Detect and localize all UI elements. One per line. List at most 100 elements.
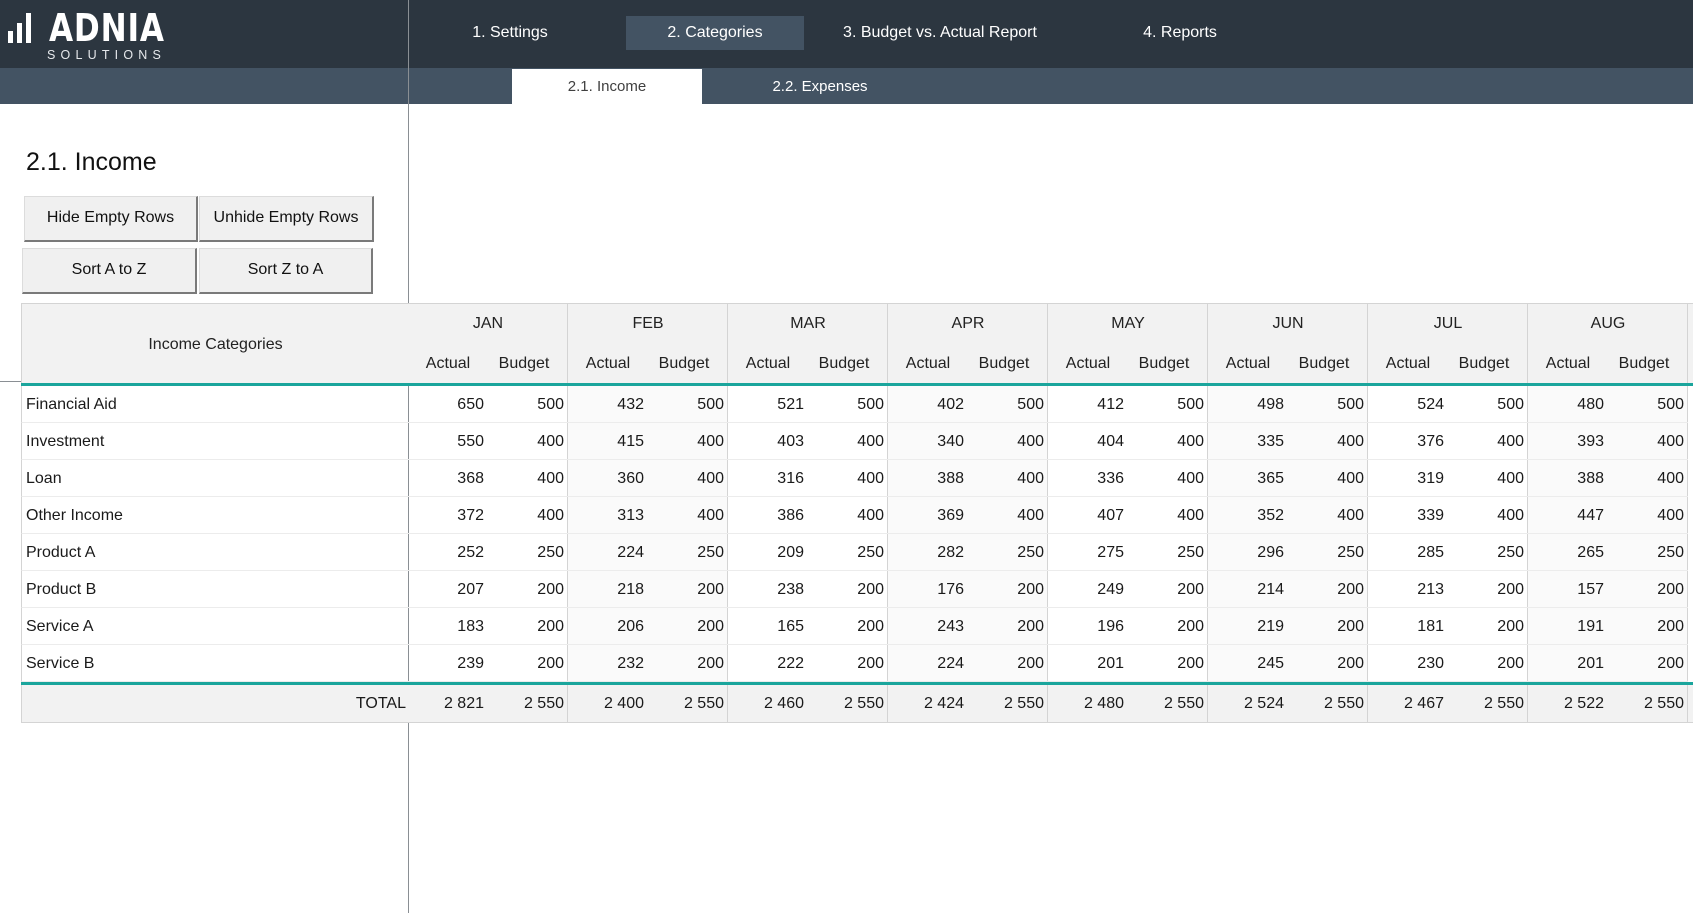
budget-value-cell[interactable]: 200 (1128, 645, 1208, 682)
sort-a-to-z-button[interactable]: Sort A to Z (22, 248, 197, 294)
actual-value-cell[interactable]: 219 (1208, 608, 1288, 645)
budget-value-cell[interactable]: 200 (1128, 608, 1208, 645)
actual-value-cell[interactable]: 201 (1048, 645, 1128, 682)
budget-value-cell[interactable]: 400 (488, 460, 568, 497)
budget-value-cell[interactable]: 500 (1128, 386, 1208, 423)
budget-value-cell[interactable]: 250 (1448, 534, 1528, 571)
category-cell[interactable]: Loan (21, 460, 408, 497)
actual-value-cell[interactable]: 282 (888, 534, 968, 571)
actual-value-cell[interactable]: 403 (728, 423, 808, 460)
actual-value-cell[interactable]: 372 (408, 497, 488, 534)
actual-value-cell[interactable]: 480 (1528, 386, 1608, 423)
budget-value-cell[interactable]: 400 (648, 497, 728, 534)
budget-value-cell[interactable]: 400 (1288, 497, 1368, 534)
actual-value-cell[interactable]: 407 (1048, 497, 1128, 534)
budget-value-cell[interactable]: 400 (488, 497, 568, 534)
actual-value-cell[interactable]: 376 (1368, 423, 1448, 460)
subtab-expenses[interactable]: 2.2. Expenses (720, 69, 920, 104)
actual-value-cell[interactable]: 650 (408, 386, 488, 423)
category-cell[interactable]: Financial Aid (21, 386, 408, 423)
budget-value-cell[interactable]: 500 (1608, 386, 1688, 423)
actual-value-cell[interactable]: 360 (568, 460, 648, 497)
actual-value-cell[interactable]: 183 (408, 608, 488, 645)
actual-value-cell[interactable]: 498 (1208, 386, 1288, 423)
budget-value-cell[interactable]: 250 (488, 534, 568, 571)
actual-value-cell[interactable]: 207 (408, 571, 488, 608)
actual-value-cell[interactable]: 313 (568, 497, 648, 534)
actual-value-cell[interactable]: 412 (1048, 386, 1128, 423)
budget-value-cell[interactable]: 500 (648, 386, 728, 423)
category-cell[interactable]: Other Income (21, 497, 408, 534)
budget-value-cell[interactable]: 400 (968, 460, 1048, 497)
budget-value-cell[interactable]: 200 (1448, 571, 1528, 608)
actual-value-cell[interactable]: 316 (728, 460, 808, 497)
category-cell[interactable]: Service B (21, 645, 408, 682)
actual-value-cell[interactable]: 209 (728, 534, 808, 571)
actual-value-cell[interactable]: 214 (1208, 571, 1288, 608)
budget-value-cell[interactable]: 500 (968, 386, 1048, 423)
budget-value-cell[interactable]: 250 (968, 534, 1048, 571)
budget-value-cell[interactable]: 500 (488, 386, 568, 423)
budget-value-cell[interactable]: 250 (1608, 534, 1688, 571)
sort-z-to-a-button[interactable]: Sort Z to A (199, 248, 373, 294)
budget-value-cell[interactable]: 200 (968, 571, 1048, 608)
budget-value-cell[interactable]: 500 (1448, 386, 1528, 423)
actual-value-cell[interactable]: 388 (1528, 460, 1608, 497)
actual-value-cell[interactable]: 447 (1528, 497, 1608, 534)
actual-value-cell[interactable]: 206 (568, 608, 648, 645)
budget-value-cell[interactable]: 250 (1288, 534, 1368, 571)
actual-value-cell[interactable]: 249 (1048, 571, 1128, 608)
actual-value-cell[interactable]: 213 (1368, 571, 1448, 608)
actual-value-cell[interactable]: 191 (1528, 608, 1608, 645)
actual-value-cell[interactable]: 165 (728, 608, 808, 645)
budget-value-cell[interactable]: 200 (1288, 608, 1368, 645)
category-cell[interactable]: Product A (21, 534, 408, 571)
budget-value-cell[interactable]: 200 (1608, 571, 1688, 608)
budget-value-cell[interactable]: 200 (1608, 608, 1688, 645)
budget-value-cell[interactable]: 400 (648, 423, 728, 460)
actual-value-cell[interactable]: 222 (728, 645, 808, 682)
actual-value-cell[interactable]: 432 (568, 386, 648, 423)
tab-reports[interactable]: 4. Reports (1110, 16, 1250, 50)
actual-value-cell[interactable]: 340 (888, 423, 968, 460)
budget-value-cell[interactable]: 200 (1448, 608, 1528, 645)
actual-value-cell[interactable]: 339 (1368, 497, 1448, 534)
budget-value-cell[interactable]: 400 (1608, 497, 1688, 534)
actual-value-cell[interactable]: 352 (1208, 497, 1288, 534)
actual-value-cell[interactable]: 388 (888, 460, 968, 497)
actual-value-cell[interactable]: 415 (568, 423, 648, 460)
budget-value-cell[interactable]: 500 (808, 386, 888, 423)
budget-value-cell[interactable]: 200 (488, 608, 568, 645)
budget-value-cell[interactable]: 400 (808, 460, 888, 497)
actual-value-cell[interactable]: 386 (728, 497, 808, 534)
budget-value-cell[interactable]: 200 (488, 571, 568, 608)
actual-value-cell[interactable]: 404 (1048, 423, 1128, 460)
category-cell[interactable]: Investment (21, 423, 408, 460)
budget-value-cell[interactable]: 200 (648, 608, 728, 645)
actual-value-cell[interactable]: 201 (1528, 645, 1608, 682)
budget-value-cell[interactable]: 200 (1288, 645, 1368, 682)
budget-value-cell[interactable]: 400 (808, 497, 888, 534)
budget-value-cell[interactable]: 400 (968, 423, 1048, 460)
actual-value-cell[interactable]: 230 (1368, 645, 1448, 682)
budget-value-cell[interactable]: 200 (488, 645, 568, 682)
budget-value-cell[interactable]: 400 (488, 423, 568, 460)
budget-value-cell[interactable]: 250 (808, 534, 888, 571)
actual-value-cell[interactable]: 232 (568, 645, 648, 682)
actual-value-cell[interactable]: 335 (1208, 423, 1288, 460)
actual-value-cell[interactable]: 176 (888, 571, 968, 608)
actual-value-cell[interactable]: 521 (728, 386, 808, 423)
actual-value-cell[interactable]: 239 (408, 645, 488, 682)
budget-value-cell[interactable]: 400 (1288, 460, 1368, 497)
tab-budget-vs-actual-report[interactable]: 3. Budget vs. Actual Report (820, 16, 1060, 50)
actual-value-cell[interactable]: 336 (1048, 460, 1128, 497)
budget-value-cell[interactable]: 400 (1128, 497, 1208, 534)
actual-value-cell[interactable]: 296 (1208, 534, 1288, 571)
budget-value-cell[interactable]: 200 (968, 608, 1048, 645)
budget-value-cell[interactable]: 400 (1608, 423, 1688, 460)
budget-value-cell[interactable]: 400 (1608, 460, 1688, 497)
hide-empty-rows-button[interactable]: Hide Empty Rows (24, 196, 198, 242)
budget-value-cell[interactable]: 400 (1128, 423, 1208, 460)
budget-value-cell[interactable]: 200 (648, 645, 728, 682)
actual-value-cell[interactable]: 238 (728, 571, 808, 608)
